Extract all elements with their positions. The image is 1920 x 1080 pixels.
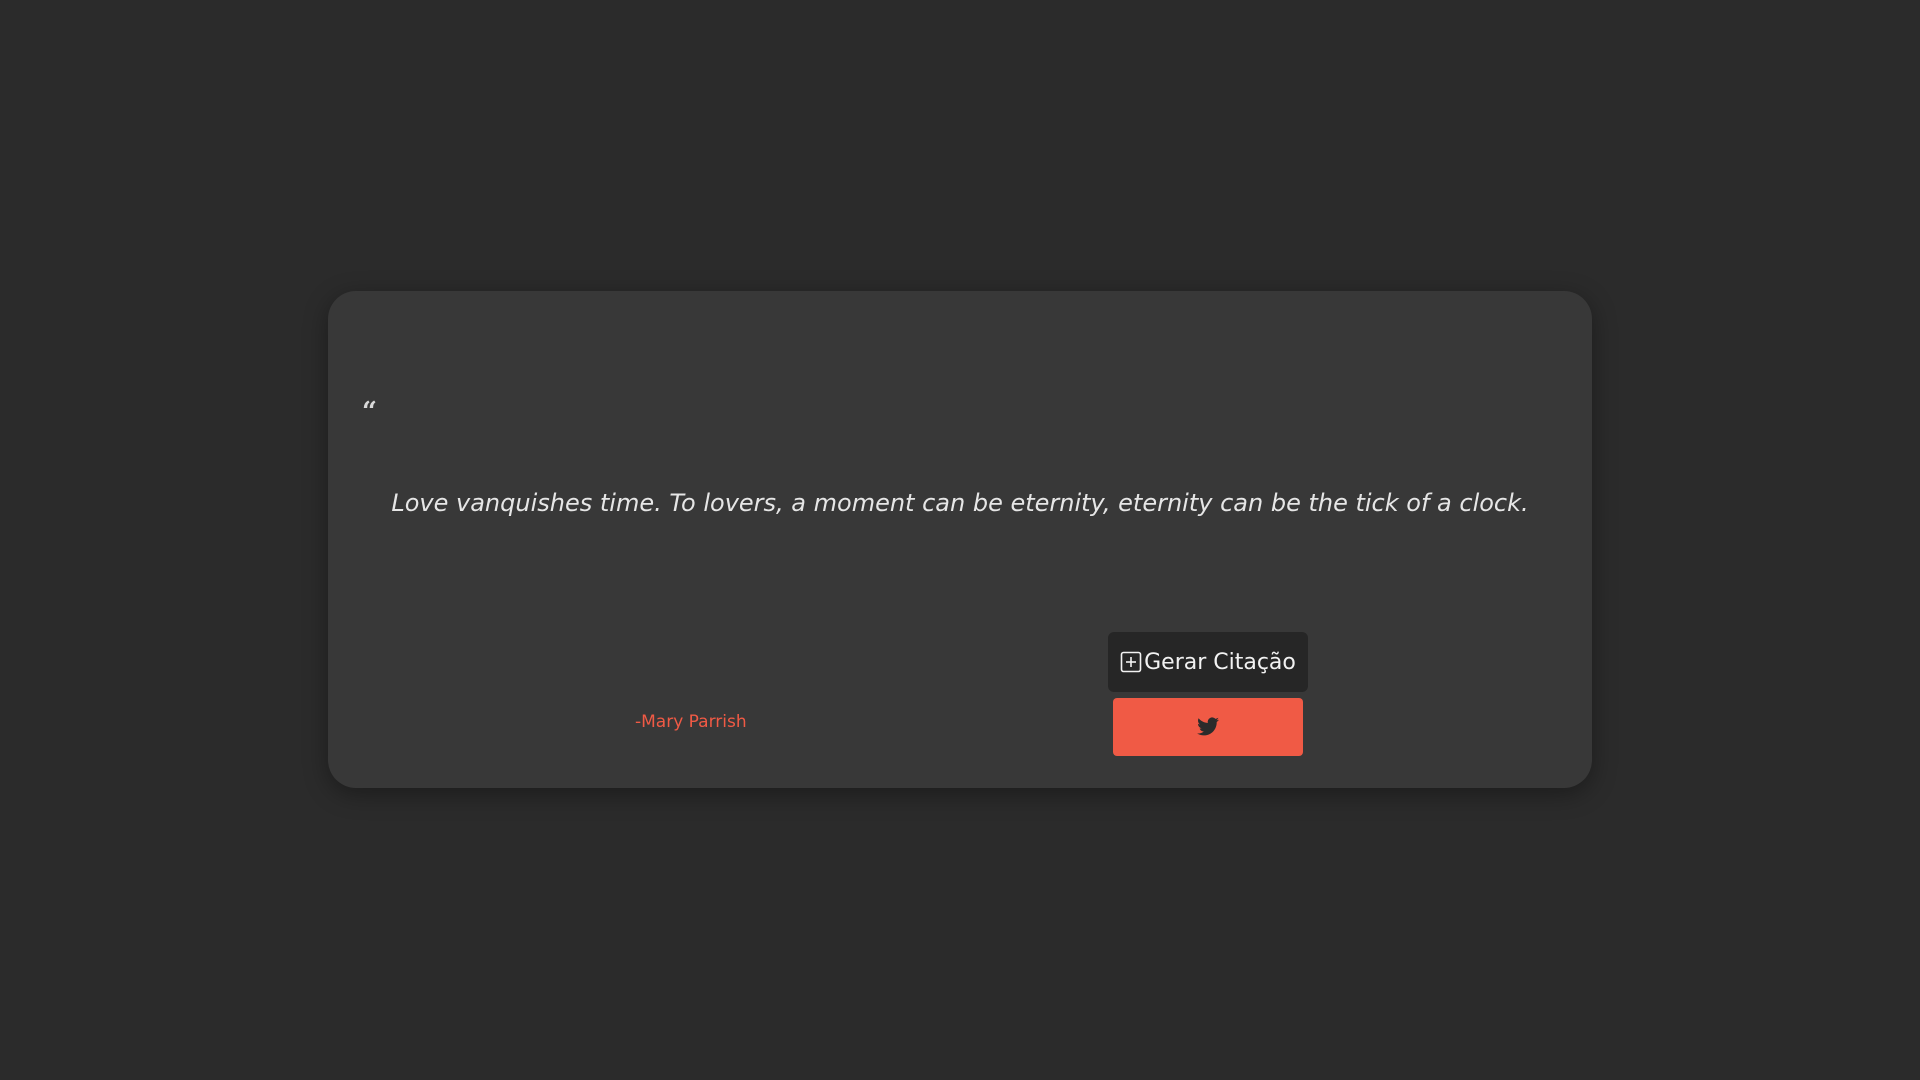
generate-quote-button[interactable]: Gerar Citação	[1108, 632, 1308, 692]
quote-mark: “	[362, 397, 377, 427]
twitter-icon	[1196, 715, 1220, 739]
quote-card: “ Love vanquishes time. To lovers, a mom…	[328, 291, 1592, 788]
quote-text: Love vanquishes time. To lovers, a momen…	[391, 489, 1529, 517]
quote-author: -Mary Parrish	[635, 712, 747, 732]
tweet-button[interactable]	[1113, 698, 1303, 756]
plus-square-icon	[1120, 651, 1142, 673]
generate-quote-label: Gerar Citação	[1144, 649, 1296, 675]
